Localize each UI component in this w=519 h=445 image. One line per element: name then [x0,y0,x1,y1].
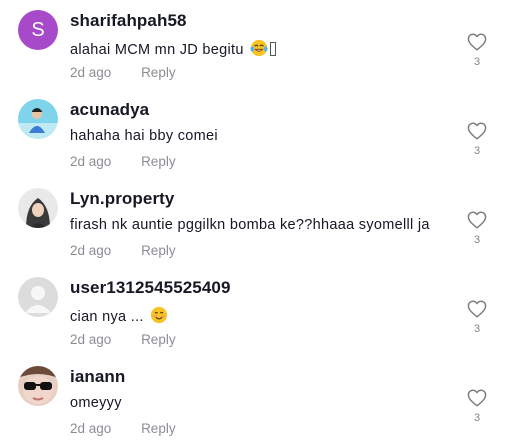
comment-text: alahai MCM mn JD begitu [70,42,244,58]
comment-time: 2d ago [70,332,112,347]
comment-item: Lyn.property firash nk auntie pggilkn bo… [0,178,519,267]
comment-meta: 2d ago Reply [70,421,176,436]
comment-username[interactable]: user1312545525409 [70,278,231,298]
comment-username[interactable]: acunadya [70,100,149,120]
like-button[interactable]: 3 [465,33,489,68]
comment-username[interactable]: sharifahpah58 [70,11,187,31]
comment-text: hahaha hai bby comei [70,128,218,144]
default-avatar-icon [18,277,58,317]
like-button[interactable]: 3 [465,389,489,424]
heart-icon [467,122,487,140]
comment-meta: 2d ago Reply [70,65,176,80]
tears-of-joy-emoji-icon [250,39,268,57]
comment-item: ianann omeyyy 2d ago Reply 3 [0,356,519,445]
reply-button[interactable]: Reply [141,154,176,169]
comment-time: 2d ago [70,65,112,80]
avatar-photo [18,99,58,139]
avatar[interactable] [18,188,58,228]
avatar[interactable] [18,277,58,317]
like-count: 3 [473,412,481,424]
reply-button[interactable]: Reply [141,332,176,347]
comment-username[interactable]: Lyn.property [70,189,174,209]
comment-time: 2d ago [70,243,112,258]
like-button[interactable]: 3 [465,300,489,335]
avatar-photo [18,366,58,406]
like-count: 3 [473,234,481,246]
avatar[interactable] [18,99,58,139]
comment-text-row: cian nya ... [70,306,168,325]
avatar[interactable]: S [18,10,58,50]
comment-item: acunadya hahaha hai bby comei 2d ago Rep… [0,89,519,178]
heart-icon [467,389,487,407]
like-button[interactable]: 3 [465,211,489,246]
avatar[interactable] [18,366,58,406]
comment-username[interactable]: ianann [70,367,125,387]
avatar-letter: S [31,18,45,41]
heart-icon [467,300,487,318]
comment-text-row: alahai MCM mn JD begitu [70,39,277,58]
comment-item: S sharifahpah58 alahai MCM mn JD begitu … [0,0,519,89]
like-count: 3 [473,145,481,157]
comment-text: omeyyy [70,395,122,411]
comment-text: cian nya ... [70,309,144,325]
smiling-face-emoji-icon [150,306,168,324]
reply-button[interactable]: Reply [141,243,176,258]
comment-time: 2d ago [70,154,112,169]
reply-button[interactable]: Reply [141,65,176,80]
comment-text: firash nk auntie pggilkn bomba ke??hhaaa… [70,217,430,233]
comment-time: 2d ago [70,421,112,436]
reply-button[interactable]: Reply [141,421,176,436]
heart-icon [467,211,487,229]
like-button[interactable]: 3 [465,122,489,157]
comment-meta: 2d ago Reply [70,243,176,258]
avatar-photo [18,188,58,228]
like-count: 3 [473,323,481,335]
heart-icon [467,33,487,51]
comment-meta: 2d ago Reply [70,332,176,347]
comment-item: user1312545525409 cian nya ... 2d ago Re… [0,267,519,356]
comment-meta: 2d ago Reply [70,154,176,169]
like-count: 3 [473,56,481,68]
missing-glyph-icon [270,42,277,56]
